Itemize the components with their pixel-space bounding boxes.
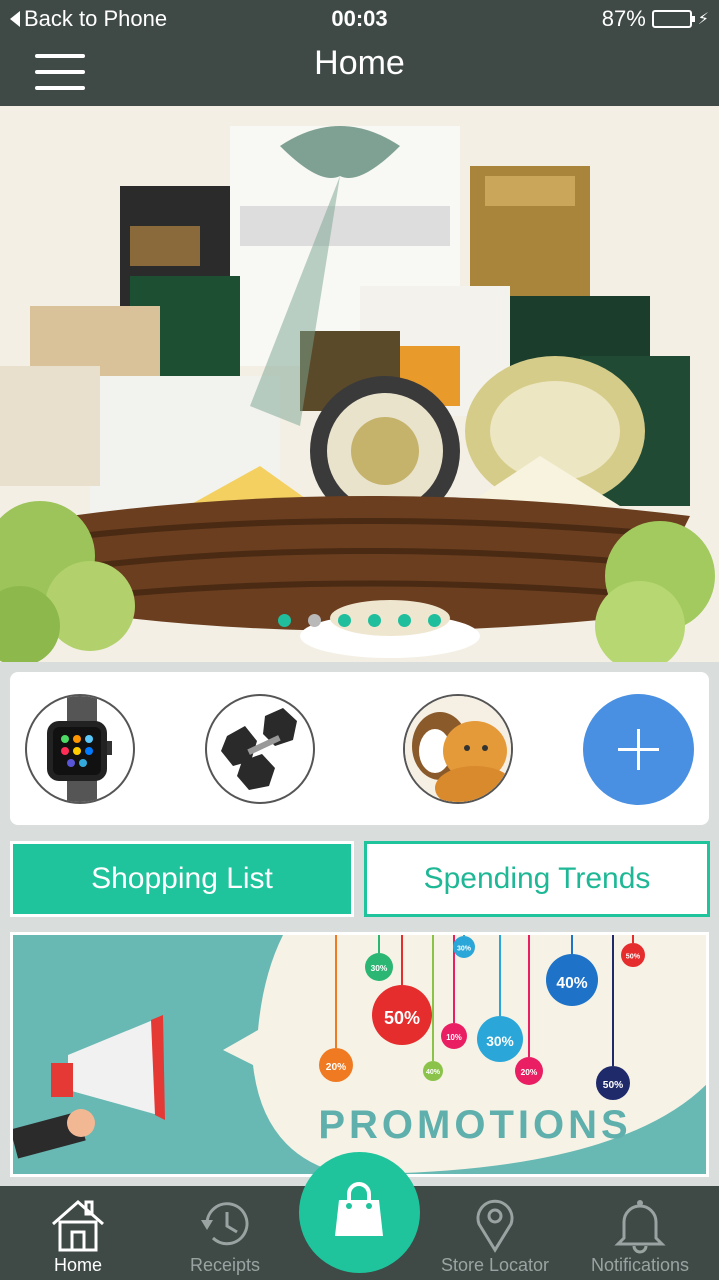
carousel-dot[interactable] xyxy=(338,614,351,627)
hero-carousel[interactable] xyxy=(0,106,719,662)
status-bar: Back to Phone 00:03 87% ⚡ xyxy=(0,0,719,40)
dumbbell-icon xyxy=(221,708,297,790)
shopping-bag-icon xyxy=(335,1182,383,1236)
promo-badge-label: 40% xyxy=(426,1069,441,1076)
battery-percent: 87% xyxy=(601,6,646,31)
add-category-button[interactable] xyxy=(583,694,694,805)
promotions-graphic: 50% 40% 30% 20% 30% 50% 10% 20% 30% 50% 40% PROMOT… xyxy=(13,935,706,1174)
tab-shopping-bag-button[interactable] xyxy=(299,1152,420,1273)
promo-badge-label: 40% xyxy=(556,975,587,992)
carousel-dot[interactable] xyxy=(428,614,441,627)
promo-badge-label: 50% xyxy=(603,1080,623,1091)
tab-receipts-label: Receipts xyxy=(189,1255,261,1275)
promo-badge-label: 50% xyxy=(626,952,641,961)
smartwatch-icon xyxy=(47,696,112,802)
carousel-dot[interactable] xyxy=(308,614,321,627)
page-title: Home xyxy=(314,44,405,82)
promotions-title: PROMOTIONS xyxy=(318,1103,631,1147)
tab-store-locator-label: Store Locator xyxy=(440,1255,550,1275)
history-icon xyxy=(201,1202,249,1246)
promotions-banner[interactable]: 50% 40% 30% 20% 30% 50% 10% 20% 30% 50% 40% PROMOT… xyxy=(10,932,709,1177)
pets-icon xyxy=(405,696,511,802)
home-icon xyxy=(52,1200,104,1252)
promo-badge-label: 10% xyxy=(446,1033,462,1042)
tab-receipts[interactable]: Receipts xyxy=(170,1186,280,1280)
promo-badge-label: 30% xyxy=(371,963,388,973)
promo-badge-label: 20% xyxy=(326,1062,346,1073)
tab-home-label: Home xyxy=(53,1255,102,1275)
category-dumbbells[interactable] xyxy=(205,694,315,804)
carousel-dots[interactable] xyxy=(0,614,719,627)
carousel-dot[interactable] xyxy=(398,614,411,627)
location-pin-icon xyxy=(476,1199,514,1253)
category-smartwatch[interactable] xyxy=(25,694,135,804)
shopping-list-button[interactable]: Shopping List xyxy=(10,841,354,917)
promo-badge-label: 20% xyxy=(521,1067,538,1077)
tab-notifications-label: Notifications xyxy=(590,1255,690,1275)
gift-basket-image xyxy=(0,106,719,662)
promo-badge-label: 50% xyxy=(384,1008,420,1028)
bell-icon xyxy=(614,1200,666,1254)
carousel-dot[interactable] xyxy=(368,614,381,627)
category-pets[interactable] xyxy=(403,694,513,804)
spending-trends-button[interactable]: Spending Trends xyxy=(364,841,710,917)
tab-notifications[interactable]: Notifications xyxy=(585,1186,695,1280)
nav-bar: Home xyxy=(0,40,719,106)
charging-icon: ⚡ xyxy=(697,11,709,28)
battery-status: 87% ⚡ xyxy=(602,6,709,32)
tab-home[interactable]: Home xyxy=(28,1186,128,1280)
promo-badge-label: 30% xyxy=(457,945,472,952)
tab-store-locator[interactable]: Store Locator xyxy=(440,1186,550,1280)
battery-icon xyxy=(651,10,695,28)
category-row xyxy=(10,672,709,825)
carousel-dot[interactable] xyxy=(278,614,291,627)
promo-badge-label: 30% xyxy=(486,1034,514,1049)
